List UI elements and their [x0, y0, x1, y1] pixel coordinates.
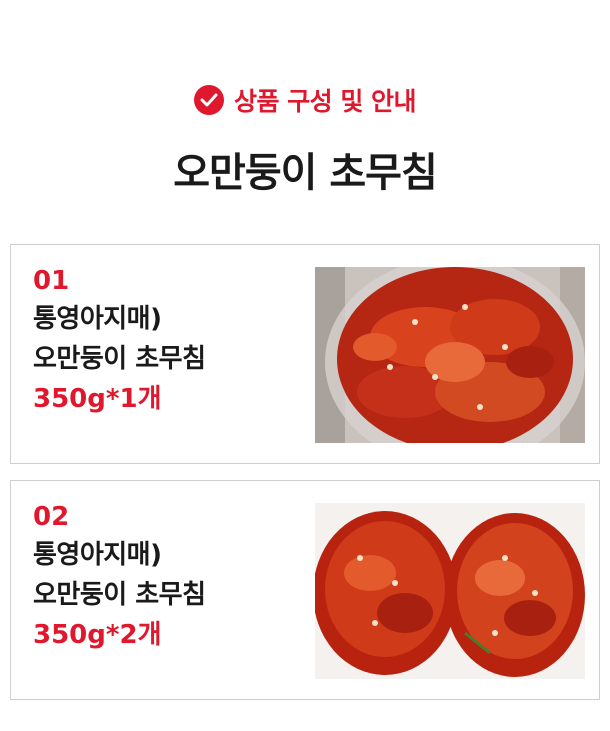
item-number: 02: [33, 502, 70, 532]
item-name: 오만둥이 초무침: [33, 580, 206, 610]
item-name: 오만둥이 초무침: [33, 344, 206, 374]
check-circle-icon: [193, 85, 224, 115]
two-jars-kimchi-photo: [315, 503, 585, 679]
section-header: 상품 구성 및 안내 오만둥이 초무침: [0, 82, 610, 198]
section-subtitle: 상품 구성 및 안내: [233, 87, 417, 116]
card-text-2: 02 통영아지매) 오만둥이 초무침 350g*2개: [33, 499, 206, 655]
item-number: 01: [33, 266, 70, 296]
subtitle-row: 상품 구성 및 안내: [0, 82, 610, 118]
product-title: 오만둥이 초무침: [173, 150, 438, 196]
item-quantity: 350g*1개: [33, 384, 162, 414]
item-brand: 통영아지매): [33, 540, 162, 570]
item-quantity: 350g*2개: [33, 620, 162, 650]
item-brand: 통영아지매): [33, 304, 162, 334]
card-text-1: 01 통영아지매) 오만둥이 초무침 350g*1개: [33, 263, 206, 419]
single-jar-kimchi-photo: [315, 267, 585, 443]
product-option-card-2: 02 통영아지매) 오만둥이 초무침 350g*2개: [10, 480, 600, 700]
product-option-card-1: 01 통영아지매) 오만둥이 초무침 350g*1개: [10, 244, 600, 464]
